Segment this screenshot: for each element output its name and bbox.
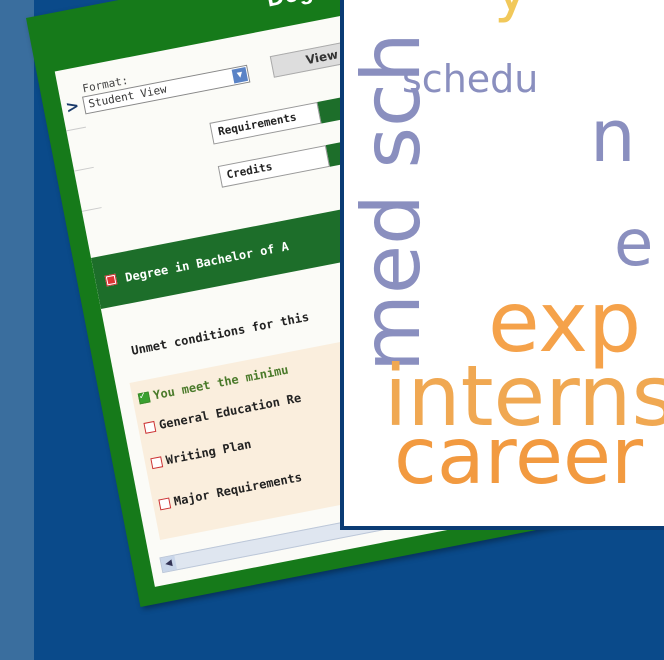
side-lines [66, 126, 109, 252]
credits-label: Credits [217, 145, 330, 188]
chevron-left-icon[interactable]: ◀ [160, 555, 177, 572]
requirements-label: Requirements [209, 101, 322, 145]
unchecked-box-icon [150, 455, 164, 469]
word-cloud-word: e [614, 207, 654, 281]
requirement-label: Writing Plan [164, 437, 253, 468]
word-cloud-word: schedu [402, 57, 539, 101]
unchecked-box-icon [158, 497, 172, 510]
degree-heading: Degree in Bachelor of A [124, 239, 290, 285]
audit-title: Degre [264, 0, 339, 13]
left-stripe [0, 0, 34, 660]
unchecked-box-icon [143, 420, 157, 434]
unmet-conditions-text: Unmet conditions for this [130, 309, 311, 358]
check-icon [137, 390, 151, 404]
word-cloud-word: y [494, 0, 530, 20]
list-item[interactable]: Writing Plan [150, 437, 253, 470]
chevron-right-icon[interactable]: > [64, 96, 81, 117]
requirement-label: Major Requirements [172, 469, 303, 509]
requirements-bar: Requirements [209, 94, 361, 145]
chevron-down-icon[interactable]: ▼ [231, 67, 249, 84]
list-item[interactable]: Major Requirements [158, 470, 303, 511]
word-cloud-panel: y med sch schedu n e exp interns career [340, 0, 664, 530]
unmet-checkbox-icon [104, 273, 118, 287]
word-cloud-word: n [590, 94, 636, 178]
word-cloud-word: career [394, 412, 644, 502]
